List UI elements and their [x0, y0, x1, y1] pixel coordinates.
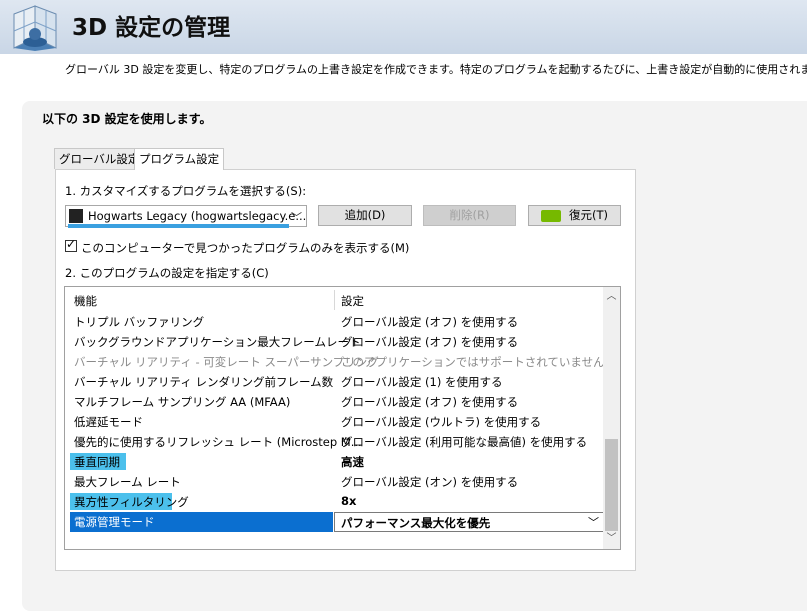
- restore-button-label: 復元(T): [569, 208, 608, 222]
- add-button[interactable]: 追加(D): [318, 205, 412, 226]
- show-found-programs-label: このコンピューターで見つかったプログラムのみを表示する(M): [81, 241, 410, 255]
- tab-global-settings[interactable]: グローバル設定: [54, 148, 145, 169]
- table-row-selected[interactable]: 電源管理モード パフォーマンス最大化を優先 ﹀: [65, 512, 604, 532]
- table-row[interactable]: 低遅延モード グローバル設定 (ウルトラ) を使用する: [65, 412, 604, 432]
- feature-name: 優先的に使用するリフレッシュ レート (Microstep M...: [74, 435, 362, 449]
- setting-value: グローバル設定 (オフ) を使用する: [341, 315, 519, 329]
- feature-name: バーチャル リアリティ - 可変レート スーパーサンプリング: [74, 355, 379, 369]
- setting-value: 高速: [341, 455, 364, 469]
- hogwarts-app-icon: [69, 209, 83, 223]
- chevron-down-icon: ﹀: [291, 211, 302, 224]
- page-title: 3D 設定の管理: [72, 15, 231, 41]
- feature-name: 低遅延モード: [74, 415, 143, 429]
- feature-name: マルチフレーム サンプリング AA (MFAA): [74, 395, 291, 409]
- setting-value: グローバル設定 (利用可能な最高値) を使用する: [341, 435, 588, 449]
- feature-name: 電源管理モード: [74, 515, 155, 529]
- select-program-label: 1. カスタマイズするプログラムを選択する(S):: [65, 184, 307, 198]
- feature-name: 垂直同期: [74, 455, 120, 469]
- section-label: 以下の 3D 設定を使用します。: [42, 112, 212, 126]
- setting-value: グローバル設定 (オフ) を使用する: [341, 395, 519, 409]
- table-row[interactable]: 優先的に使用するリフレッシュ レート (Microstep M... グローバル…: [65, 432, 604, 452]
- table-row[interactable]: 垂直同期 高速: [65, 452, 604, 472]
- feature-name: 異方性フィルタリング: [74, 495, 189, 509]
- setting-value: パフォーマンス最大化を優先: [341, 516, 491, 530]
- table-row[interactable]: バーチャル リアリティ レンダリング前フレーム数 グローバル設定 (1) を使用…: [65, 372, 604, 392]
- program-select-value: Hogwarts Legacy (hogwartslegacy.e...: [88, 209, 307, 223]
- page-description: グローバル 3D 設定を変更し、特定のプログラムの上書き設定を作成できます。特定…: [65, 63, 807, 76]
- scroll-up-icon[interactable]: ︿: [603, 287, 620, 307]
- vertical-scrollbar[interactable]: ︿ ﹀: [603, 287, 620, 549]
- 3d-settings-icon: [13, 5, 57, 51]
- feature-name: バックグラウンドアプリケーション最大フレームレート: [74, 335, 361, 349]
- remove-button[interactable]: 削除(R): [423, 205, 516, 226]
- feature-name: トリプル バッファリング: [74, 315, 205, 329]
- column-header-setting: 設定: [341, 294, 364, 308]
- column-header-feature: 機能: [74, 294, 97, 308]
- checkmark-icon: ✓: [66, 237, 77, 251]
- scroll-thumb[interactable]: [605, 439, 618, 531]
- setting-value: グローバル設定 (オン) を使用する: [341, 475, 519, 489]
- column-divider: [334, 290, 335, 310]
- table-row[interactable]: マルチフレーム サンプリング AA (MFAA) グローバル設定 (オフ) を使…: [65, 392, 604, 412]
- power-mode-select[interactable]: パフォーマンス最大化を優先 ﹀: [334, 512, 604, 532]
- highlight-underline: [68, 224, 289, 228]
- table-row[interactable]: バーチャル リアリティ - 可変レート スーパーサンプリング このアプリケーショ…: [65, 352, 605, 372]
- feature-name: 最大フレーム レート: [74, 475, 181, 489]
- feature-name: バーチャル リアリティ レンダリング前フレーム数: [74, 375, 334, 389]
- table-row[interactable]: トリプル バッファリング グローバル設定 (オフ) を使用する: [65, 312, 604, 332]
- setting-value: グローバル設定 (1) を使用する: [341, 375, 503, 389]
- tab-program-settings[interactable]: プログラム設定: [134, 148, 225, 170]
- page-header: 3D 設定の管理: [0, 0, 807, 54]
- setting-value: グローバル設定 (オフ) を使用する: [341, 335, 519, 349]
- table-row[interactable]: 異方性フィルタリング 8x: [65, 492, 604, 512]
- scroll-down-icon[interactable]: ﹀: [603, 529, 620, 549]
- nvidia-icon: [541, 209, 561, 222]
- table-row[interactable]: バックグラウンドアプリケーション最大フレームレート グローバル設定 (オフ) を…: [65, 332, 604, 352]
- restore-button[interactable]: 復元(T): [528, 205, 621, 226]
- grid-header: 機能 設定: [65, 287, 604, 311]
- setting-value: 8x: [341, 494, 357, 508]
- chevron-down-icon: ﹀: [588, 516, 599, 529]
- table-row[interactable]: 最大フレーム レート グローバル設定 (オン) を使用する: [65, 472, 604, 492]
- show-found-programs-checkbox[interactable]: ✓: [65, 237, 77, 252]
- setting-value: グローバル設定 (ウルトラ) を使用する: [341, 415, 542, 429]
- specify-settings-label: 2. このプログラムの設定を指定する(C): [65, 266, 269, 280]
- setting-value: このアプリケーションではサポートされていません: [341, 355, 605, 369]
- settings-grid: 機能 設定 トリプル バッファリング グローバル設定 (オフ) を使用する バッ…: [64, 286, 621, 550]
